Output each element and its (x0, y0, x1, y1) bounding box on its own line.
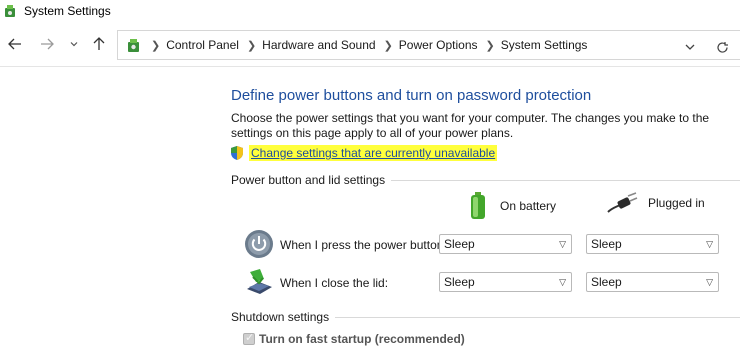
refresh-icon (717, 42, 728, 53)
window-title: System Settings (24, 4, 111, 18)
fast-startup-checkbox[interactable] (243, 331, 255, 345)
header-divider (0, 66, 740, 67)
power-button-plugged-in-value: Sleep (591, 237, 622, 251)
page-title: Define power buttons and turn on passwor… (231, 87, 592, 104)
on-battery-column-header: On battery (470, 192, 556, 220)
chevron-right-icon: ❯ (485, 39, 495, 52)
on-battery-label: On battery (500, 199, 557, 213)
chevron-down-icon: ▽ (706, 277, 713, 287)
breadcrumb-power-options[interactable]: Power Options (399, 38, 478, 52)
chevron-right-icon: ❯ (151, 39, 161, 52)
chevron-down-icon: ▽ (706, 239, 713, 249)
address-bar[interactable]: ❯ Control Panel ❯ Hardware and Sound ❯ P… (117, 30, 740, 60)
uac-shield-icon (231, 146, 243, 160)
battery-icon (471, 192, 485, 219)
laptop-lid-icon (247, 269, 272, 294)
power-plug-icon (607, 192, 638, 213)
chevron-right-icon: ❯ (383, 39, 393, 52)
chevron-down-icon (70, 42, 78, 47)
close-lid-on-battery-value: Sleep (444, 275, 475, 289)
back-button[interactable] (5, 34, 25, 54)
up-button[interactable] (89, 34, 109, 54)
close-lid-label: When I close the lid: (280, 276, 389, 290)
power-section-heading: Power button and lid settings (231, 173, 392, 187)
navigation-bar: ❯ Control Panel ❯ Hardware and Sound ❯ P… (0, 26, 740, 64)
power-button-label: When I press the power button: (280, 238, 447, 252)
power-button-on-battery-select[interactable]: Sleep ▽ (439, 234, 572, 254)
refresh-button[interactable] (716, 41, 729, 57)
chevron-down-icon: ▽ (559, 277, 566, 287)
change-settings-link[interactable]: Change settings that are currently unava… (249, 145, 498, 161)
close-lid-plugged-in-select[interactable]: Sleep ▽ (586, 272, 719, 292)
forward-button[interactable] (37, 34, 57, 54)
breadcrumb-hardware-and-sound[interactable]: Hardware and Sound (262, 38, 375, 52)
close-lid-plugged-in-value: Sleep (591, 275, 622, 289)
change-settings-row: Change settings that are currently unava… (229, 145, 498, 161)
fast-startup-label: Turn on fast startup (recommended) (259, 332, 465, 346)
title-bar: System Settings (0, 0, 740, 22)
arrow-right-icon (41, 38, 54, 50)
power-button-plugged-in-select[interactable]: Sleep ▽ (586, 234, 719, 254)
recent-locations-button[interactable] (64, 34, 84, 54)
power-button-on-battery-value: Sleep (444, 237, 475, 251)
page-description: Choose the power settings that you want … (231, 111, 710, 140)
plugged-in-column-header: Plugged in (606, 192, 705, 214)
shutdown-section-heading: Shutdown settings (231, 310, 336, 324)
chevron-down-icon: ▽ (559, 239, 566, 249)
plugged-in-label: Plugged in (648, 196, 705, 210)
arrow-left-icon (8, 38, 21, 50)
power-button-icon (245, 230, 273, 258)
breadcrumb-system-settings[interactable]: System Settings (501, 38, 588, 52)
chevron-down-icon (685, 44, 695, 50)
arrow-up-icon (93, 37, 105, 50)
system-settings-icon (5, 5, 15, 17)
breadcrumb-control-panel[interactable]: Control Panel (166, 38, 239, 52)
chevron-right-icon: ❯ (246, 39, 257, 52)
address-history-button[interactable] (684, 41, 696, 56)
control-panel-icon (128, 39, 139, 52)
close-lid-on-battery-select[interactable]: Sleep ▽ (439, 272, 572, 292)
